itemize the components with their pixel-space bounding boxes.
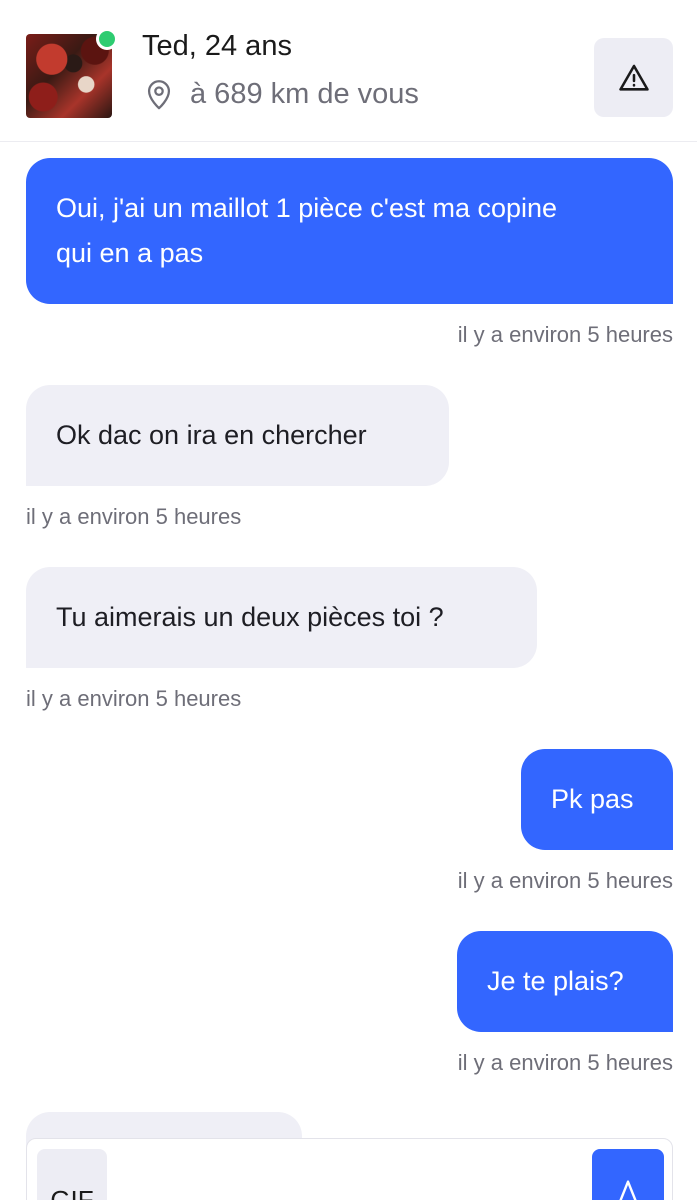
warning-triangle-icon [618, 64, 649, 91]
chat-header: Ted, 24 ans à 689 km de vous [0, 0, 697, 142]
message-bubble-received[interactable]: Tu aimerais un deux pièces toi ? [26, 567, 537, 668]
message-bubble-received[interactable]: Ok dac on ira en chercher [26, 385, 449, 486]
avatar[interactable] [26, 28, 118, 118]
message-line: Oui, j'ai un maillot 1 pièce c'est ma co… [56, 193, 558, 223]
message-bubble-sent[interactable]: Je te plais? [457, 931, 673, 1032]
message-timestamp: il y a environ 5 heures [457, 868, 673, 893]
message-line: Je te plais? [487, 966, 624, 996]
send-icon [619, 1180, 637, 1200]
message-bubble-sent[interactable]: Oui, j'ai un maillot 1 pièce c'est ma co… [26, 158, 673, 304]
distance-text: à 689 km de vous [190, 77, 419, 110]
message-line: Pk pas [551, 784, 634, 814]
online-status-indicator [96, 28, 118, 50]
message-line: qui en a pas [56, 238, 204, 268]
send-button[interactable] [592, 1149, 664, 1200]
chat-screen: Ted, 24 ans à 689 km de vous Oui, j'ai u… [0, 0, 697, 1200]
message-timestamp: il y a environ 5 heures [26, 504, 242, 529]
map-pin-icon [147, 80, 171, 110]
message-line: Ok dac on ira en chercher [56, 420, 367, 450]
message-composer: GIF [26, 1138, 673, 1200]
message-timestamp: il y a environ 5 heures [26, 686, 242, 711]
message-timestamp: il y a environ 5 heures [457, 1050, 673, 1075]
message-timestamp: il y a environ 5 heures [457, 322, 673, 347]
gif-button[interactable]: GIF [37, 1149, 107, 1200]
message-bubble-sent[interactable]: Pk pas [521, 749, 673, 850]
contact-name-age[interactable]: Ted, 24 ans [142, 30, 292, 63]
contact-distance: à 689 km de vous [142, 76, 419, 112]
report-button[interactable] [594, 38, 673, 117]
message-line: Tu aimerais un deux pièces toi ? [56, 602, 444, 632]
